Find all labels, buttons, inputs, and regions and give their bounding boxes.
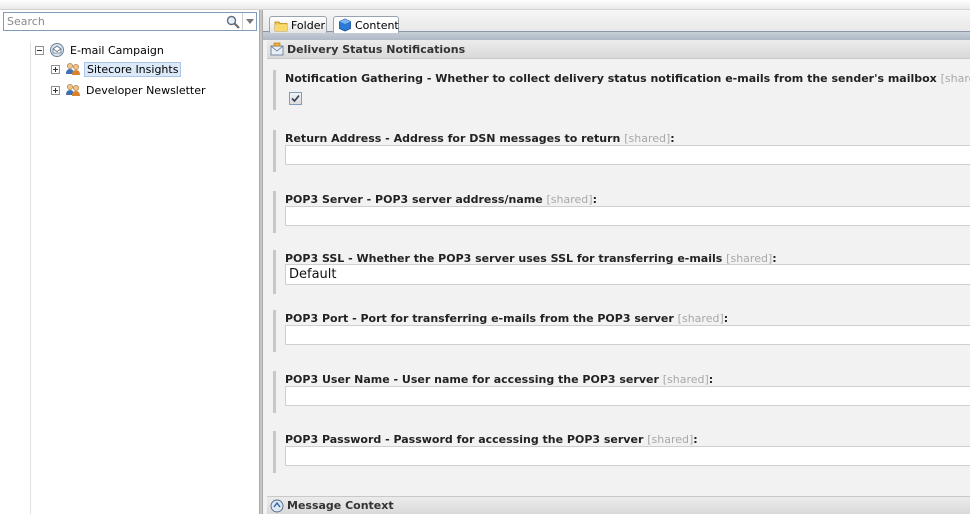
tab-label: Folder	[291, 18, 325, 32]
section-icon	[270, 499, 284, 513]
pop3-ssl-select[interactable]: Default	[285, 264, 970, 285]
content-editor-panel: Folder Content Delivery Status Notificat…	[263, 10, 970, 514]
expand-icon[interactable]	[51, 85, 60, 95]
section-header-delivery-status[interactable]: Delivery Status Notifications	[267, 40, 970, 59]
pop3-user-name-input[interactable]	[285, 386, 970, 406]
tree-node-sitecore-insights[interactable]: Sitecore Insights	[51, 61, 182, 77]
tree-guide-line	[30, 42, 31, 514]
section-icon	[270, 42, 284, 56]
field-marker	[273, 371, 276, 413]
field-marker	[273, 70, 276, 110]
content-icon	[338, 18, 352, 32]
chevron-down-icon[interactable]	[242, 13, 256, 30]
collapse-icon[interactable]	[35, 45, 44, 55]
search-box	[3, 12, 257, 31]
tab-folder[interactable]: Folder	[269, 16, 327, 33]
section-header-message-context[interactable]: Message Context	[267, 496, 970, 514]
email-campaign-icon	[49, 42, 65, 58]
tree-node-email-campaign[interactable]: E-mail Campaign	[35, 42, 166, 58]
field-label: POP3 Server - POP3 server address/name […	[285, 193, 597, 206]
tree-node-label: Developer Newsletter	[86, 83, 206, 97]
pop3-server-input[interactable]	[285, 206, 970, 226]
search-icon[interactable]	[224, 13, 242, 30]
return-address-input[interactable]	[285, 145, 970, 165]
pop3-port-input[interactable]	[285, 325, 970, 345]
field-pop3-port: POP3 Port - Port for transferring e-mail…	[273, 310, 970, 352]
tab-content[interactable]: Content	[333, 16, 399, 33]
top-strip	[0, 0, 970, 10]
field-label: Notification Gathering - Whether to coll…	[285, 72, 970, 85]
check-icon	[291, 94, 300, 103]
notification-gathering-checkbox[interactable]	[289, 92, 302, 105]
field-pop3-ssl: POP3 SSL - Whether the POP3 server uses …	[273, 250, 970, 294]
field-return-address: Return Address - Address for DSN message…	[273, 130, 970, 172]
section-title: Delivery Status Notifications	[287, 42, 466, 56]
people-icon	[65, 82, 81, 98]
field-marker	[273, 191, 276, 233]
field-pop3-server: POP3 Server - POP3 server address/name […	[273, 191, 970, 233]
section-title: Message Context	[287, 499, 394, 512]
field-label: POP3 Port - Port for transferring e-mail…	[285, 312, 729, 325]
content-tree-panel: E-mail Campaign Sitecore Insights	[0, 10, 261, 514]
pop3-password-input[interactable]	[285, 446, 970, 466]
people-icon	[65, 61, 81, 77]
field-label: POP3 User Name - User name for accessing…	[285, 373, 714, 386]
folder-icon	[274, 19, 288, 32]
tree-node-developer-newsletter[interactable]: Developer Newsletter	[51, 82, 208, 98]
field-marker	[273, 130, 276, 172]
tree-node-label: E-mail Campaign	[70, 43, 164, 57]
field-marker	[273, 431, 276, 473]
field-pop3-user-name: POP3 User Name - User name for accessing…	[273, 371, 970, 413]
field-marker	[273, 310, 276, 352]
field-label: POP3 Password - Password for accessing t…	[285, 433, 698, 446]
tab-label: Content	[355, 18, 399, 32]
search-input[interactable]	[4, 13, 224, 30]
expand-icon[interactable]	[51, 64, 60, 74]
field-pop3-password: POP3 Password - Password for accessing t…	[273, 431, 970, 473]
tree-node-label: Sitecore Insights	[84, 61, 182, 77]
field-notification-gathering: Notification Gathering - Whether to coll…	[273, 70, 970, 110]
tab-bar: Folder Content	[263, 10, 970, 40]
field-label: Return Address - Address for DSN message…	[285, 132, 675, 145]
field-marker	[273, 250, 276, 294]
